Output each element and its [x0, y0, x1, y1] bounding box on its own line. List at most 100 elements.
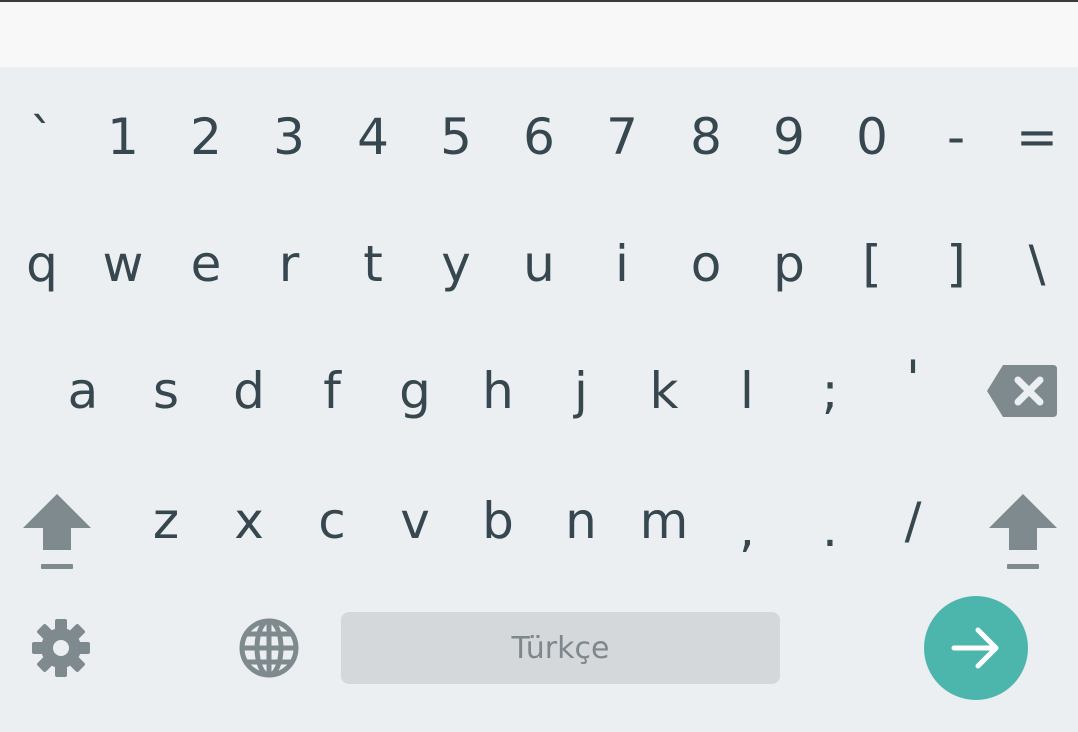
- key-l[interactable]: l: [709, 331, 785, 451]
- key-t[interactable]: t: [335, 204, 411, 324]
- key-label: p: [773, 235, 805, 293]
- key-label: u: [523, 235, 555, 293]
- key-label: g: [399, 362, 431, 420]
- key-label: 9: [773, 108, 805, 166]
- key-r[interactable]: r: [251, 204, 327, 324]
- key-a[interactable]: a: [45, 331, 121, 451]
- key-label: 7: [606, 108, 638, 166]
- space-bar-label: Türkçe: [511, 630, 610, 666]
- key-o[interactable]: o: [668, 204, 744, 324]
- key-label: =: [1016, 108, 1058, 166]
- key-s[interactable]: s: [128, 331, 204, 451]
- key-left-bracket[interactable]: [: [834, 204, 910, 324]
- gear-icon: [32, 619, 90, 677]
- key-b[interactable]: b: [460, 461, 536, 581]
- key-label: [: [862, 235, 882, 293]
- key-backslash[interactable]: \: [999, 204, 1075, 324]
- arrow-right-icon: [951, 627, 999, 669]
- shift-key-right[interactable]: [980, 482, 1066, 578]
- key-label: ;: [821, 362, 839, 420]
- key-k[interactable]: k: [626, 331, 702, 451]
- key-label: 1: [107, 108, 139, 166]
- key-label: y: [441, 235, 471, 293]
- globe-icon: [239, 618, 299, 678]
- key-label: a: [67, 362, 99, 420]
- key-p[interactable]: p: [751, 204, 827, 324]
- key-label: 4: [357, 108, 389, 166]
- key-g[interactable]: g: [377, 331, 453, 451]
- key-c[interactable]: c: [294, 461, 370, 581]
- key-label: 0: [856, 108, 888, 166]
- key-2[interactable]: 2: [168, 77, 244, 197]
- input-area: [0, 2, 1078, 67]
- key-semicolon[interactable]: ;: [792, 331, 868, 451]
- backspace-key[interactable]: [980, 355, 1064, 427]
- key-label: s: [152, 362, 180, 420]
- key-h[interactable]: h: [460, 331, 536, 451]
- key-7[interactable]: 7: [584, 77, 660, 197]
- shift-key-left[interactable]: [14, 482, 100, 578]
- space-bar[interactable]: Türkçe: [341, 612, 780, 684]
- key-label: h: [482, 362, 514, 420]
- key-4[interactable]: 4: [335, 77, 411, 197]
- key-3[interactable]: 3: [251, 77, 327, 197]
- key-slash[interactable]: /: [875, 461, 951, 581]
- key-e[interactable]: e: [168, 204, 244, 324]
- key-label: /: [904, 492, 922, 550]
- key-label: t: [363, 235, 383, 293]
- key-v[interactable]: v: [377, 461, 453, 581]
- key-0[interactable]: 0: [834, 77, 910, 197]
- key-label: l: [740, 362, 754, 420]
- key-8[interactable]: 8: [668, 77, 744, 197]
- key-m[interactable]: m: [626, 461, 702, 581]
- key-label: w: [102, 235, 144, 293]
- key-6[interactable]: 6: [501, 77, 577, 197]
- key-y[interactable]: y: [418, 204, 494, 324]
- key-u[interactable]: u: [501, 204, 577, 324]
- key-q[interactable]: q: [4, 204, 80, 324]
- key-label: ]: [946, 235, 966, 293]
- key-n[interactable]: n: [543, 461, 619, 581]
- key-right-bracket[interactable]: ]: [918, 204, 994, 324]
- key-label: i: [615, 235, 629, 293]
- key-label: .: [822, 500, 838, 558]
- shift-arrow-icon: [23, 494, 91, 569]
- key-f[interactable]: f: [294, 331, 370, 451]
- key-label: \: [1028, 235, 1046, 293]
- enter-button[interactable]: [924, 596, 1028, 700]
- key-label: `: [29, 108, 55, 166]
- key-label: 3: [273, 108, 305, 166]
- key-equals[interactable]: =: [999, 77, 1075, 197]
- key-1[interactable]: 1: [85, 77, 161, 197]
- key-9[interactable]: 9: [751, 77, 827, 197]
- key-label: o: [690, 235, 722, 293]
- key-label: 2: [190, 108, 222, 166]
- key-comma[interactable]: ,: [709, 469, 785, 589]
- key-label: 6: [523, 108, 555, 166]
- key-label: q: [26, 235, 58, 293]
- key-label: r: [278, 235, 300, 293]
- key-minus[interactable]: -: [918, 77, 994, 197]
- key-w[interactable]: w: [85, 204, 161, 324]
- key-label: j: [574, 362, 588, 420]
- key-d[interactable]: d: [211, 331, 287, 451]
- key-label: 8: [690, 108, 722, 166]
- key-label: z: [152, 492, 180, 550]
- key-x[interactable]: x: [211, 461, 287, 581]
- keyboard: ` 1 2 3 4 5 6 7 8 9 0 - = q w e r t y u …: [0, 67, 1078, 732]
- key-j[interactable]: j: [543, 331, 619, 451]
- key-5[interactable]: 5: [418, 77, 494, 197]
- settings-key[interactable]: [22, 612, 100, 684]
- key-period[interactable]: .: [792, 469, 868, 589]
- key-label: -: [946, 108, 966, 166]
- key-i[interactable]: i: [584, 204, 660, 324]
- key-z[interactable]: z: [128, 461, 204, 581]
- shift-arrow-icon: [989, 494, 1057, 569]
- key-label: x: [234, 492, 264, 550]
- key-label: b: [482, 492, 514, 550]
- language-key[interactable]: [230, 612, 308, 684]
- key-apostrophe[interactable]: ': [875, 319, 951, 439]
- backspace-icon: [987, 365, 1057, 417]
- key-label: m: [639, 492, 689, 550]
- key-backtick[interactable]: `: [4, 77, 80, 197]
